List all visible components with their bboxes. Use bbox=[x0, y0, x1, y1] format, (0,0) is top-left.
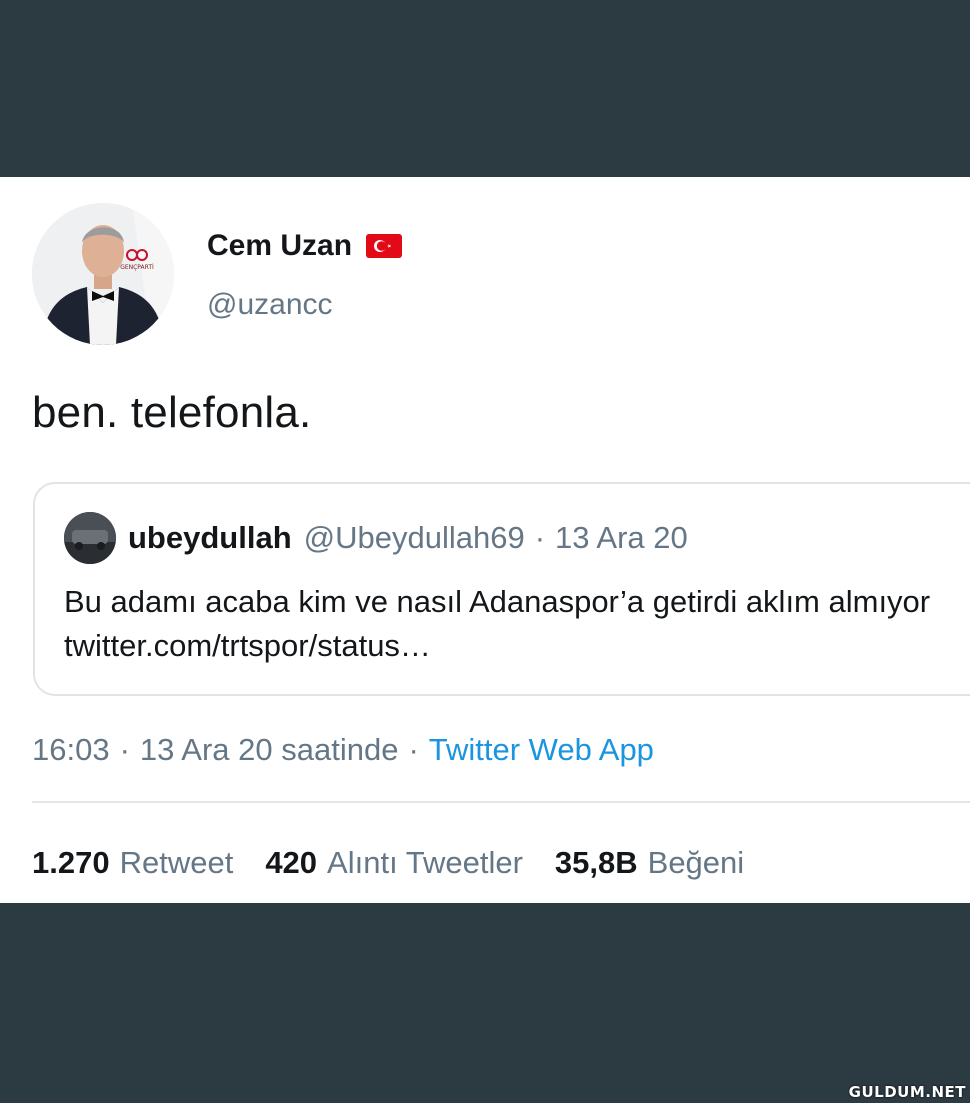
quoted-author-name[interactable]: ubeydullah bbox=[128, 520, 292, 556]
retweets-stat[interactable]: 1.270 Retweet bbox=[32, 845, 233, 881]
quote-tweets-label: Alıntı Tweetler bbox=[327, 845, 523, 880]
author-avatar[interactable]: GENÇPARTİ bbox=[32, 203, 174, 345]
tweet-stats: 1.270 Retweet 420 Alıntı Tweetler 35,8B Beğ… bbox=[32, 843, 776, 883]
quoted-tweet-text: Bu adamı acaba kim ve nasıl Adanaspor’a … bbox=[64, 584, 931, 663]
author-handle[interactable]: @uzancc bbox=[207, 288, 333, 322]
watermark: GULDUM.NET bbox=[848, 1083, 966, 1101]
quoted-author-photo bbox=[64, 512, 116, 564]
quote-tweets-count: 420 bbox=[265, 845, 318, 880]
quoted-tweet-date: 13 Ara 20 bbox=[555, 520, 688, 555]
tweet-source-link[interactable]: Twitter Web App bbox=[429, 732, 654, 768]
quoted-tweet-header: ubeydullah @Ubeydullah69 · 13 Ara 20 bbox=[128, 518, 688, 558]
author-name-row[interactable]: Cem Uzan bbox=[207, 226, 403, 266]
separator-dot: · bbox=[534, 520, 546, 555]
tweet-text: ben. telefonla. bbox=[32, 388, 312, 437]
avatar-logo-text: GENÇPARTİ bbox=[120, 264, 154, 271]
divider bbox=[32, 801, 970, 803]
author-photo: GENÇPARTİ bbox=[32, 203, 174, 345]
tweet-meta: 16:03 · 13 Ara 20 saatinde · Twitter Web… bbox=[32, 730, 654, 770]
likes-stat[interactable]: 35,8B Beğeni bbox=[555, 845, 744, 881]
quoted-author-handle[interactable]: @Ubeydullah69 bbox=[304, 520, 525, 556]
separator-dot: · bbox=[119, 732, 130, 767]
likes-count: 35,8B bbox=[554, 845, 638, 880]
likes-label: Beğeni bbox=[647, 845, 745, 880]
quoted-author-avatar[interactable] bbox=[64, 512, 116, 564]
quote-tweets-stat[interactable]: 420 Alıntı Tweetler bbox=[265, 845, 523, 881]
author-display-name[interactable]: Cem Uzan bbox=[207, 229, 352, 263]
tweet-time: 16:03 bbox=[32, 732, 110, 767]
retweets-count: 1.270 bbox=[32, 845, 110, 880]
tweet-date[interactable]: 13 Ara 20 saatinde bbox=[140, 732, 399, 768]
separator-dot: · bbox=[408, 732, 419, 767]
turkey-flag-icon bbox=[366, 234, 403, 258]
retweets-label: Retweet bbox=[119, 845, 234, 880]
